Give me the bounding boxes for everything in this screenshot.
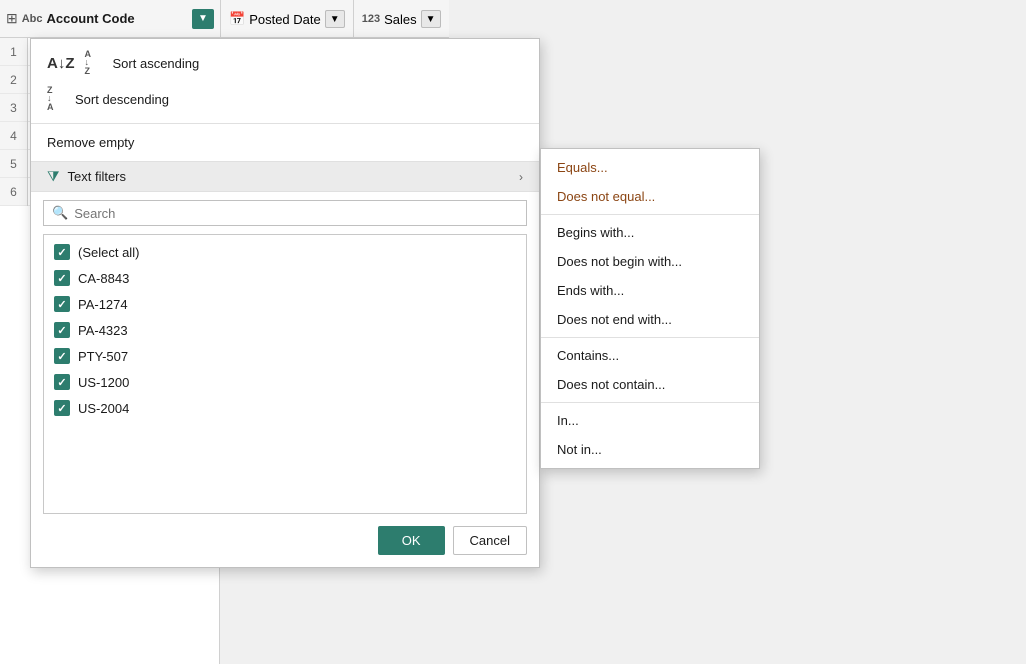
sales-filter-button[interactable]: ▼ [421, 10, 441, 28]
equals-label: Equals... [557, 160, 608, 175]
account-code-title: Account Code [47, 11, 188, 26]
does-not-equal-label: Does not equal... [557, 189, 655, 204]
sort-ascending-icon: A↓Z [47, 55, 75, 72]
check-mark-select-all: ✓ [57, 246, 66, 259]
checkbox-select-all[interactable]: ✓ (Select all) [44, 239, 526, 265]
check-mark-pa-4323: ✓ [57, 324, 66, 337]
ends-with-label: Ends with... [557, 283, 624, 298]
text-filters-submenu: Equals... Does not equal... Begins with.… [540, 148, 760, 469]
search-box: 🔍 [43, 200, 527, 226]
row-num-6: 6 [0, 178, 27, 206]
ok-button[interactable]: OK [378, 526, 445, 555]
checkbox-pa-1274[interactable]: ✓ PA-1274 [44, 291, 526, 317]
separator-2 [541, 337, 759, 338]
checkbox-select-all-label: (Select all) [78, 245, 139, 260]
submenu-contains[interactable]: Contains... [541, 341, 759, 370]
submenu-ends-with[interactable]: Ends with... [541, 276, 759, 305]
sort-ascending-label: Sort ascending [113, 56, 200, 71]
checkbox-us-1200[interactable]: ✓ US-1200 [44, 369, 526, 395]
sales-number-icon: 123 [362, 13, 380, 25]
extra-columns-header: 📅 Posted Date ▼ 123 Sales ▼ [220, 0, 449, 38]
remove-empty-label: Remove empty [47, 135, 134, 150]
text-filters-label: Text filters [68, 169, 520, 184]
row-number-column: 1 2 3 4 5 6 [0, 38, 28, 206]
account-code-header: ⊞ Abc Account Code ▼ [0, 0, 220, 38]
submenu-does-not-begin-with[interactable]: Does not begin with... [541, 247, 759, 276]
posted-date-header: 📅 Posted Date ▼ [220, 0, 353, 38]
checkbox-us-1200-label: US-1200 [78, 375, 129, 390]
check-mark-us-2004: ✓ [57, 402, 66, 415]
checkbox-select-all-box[interactable]: ✓ [54, 244, 70, 260]
checkbox-us-2004-label: US-2004 [78, 401, 129, 416]
remove-empty-section: Remove empty [31, 124, 539, 162]
checkbox-ca-8843-label: CA-8843 [78, 271, 129, 286]
sales-label: Sales [384, 12, 417, 27]
text-filters-item[interactable]: ⧩ Text filters › [31, 162, 539, 192]
checkbox-list: ✓ (Select all) ✓ CA-8843 ✓ PA-1274 ✓ PA-… [43, 234, 527, 514]
search-input[interactable] [74, 206, 518, 221]
cancel-button[interactable]: Cancel [453, 526, 527, 555]
sort-descending-item[interactable]: Z↓A Sort descending [31, 81, 539, 117]
check-mark-pty-507: ✓ [57, 350, 66, 363]
account-code-filter-button[interactable]: ▼ [192, 9, 214, 29]
grid-icon: ⊞ [6, 10, 18, 27]
checkbox-ca-8843-box[interactable]: ✓ [54, 270, 70, 286]
in-label: In... [557, 413, 579, 428]
submenu-does-not-end-with[interactable]: Does not end with... [541, 305, 759, 334]
funnel-icon: ⧩ [47, 168, 60, 185]
check-mark-us-1200: ✓ [57, 376, 66, 389]
remove-empty-item[interactable]: Remove empty [31, 130, 539, 155]
search-section: 🔍 [31, 192, 539, 234]
sort-ascending-item[interactable]: A↓Z A↓Z Sort ascending [31, 45, 539, 81]
not-in-label: Not in... [557, 442, 602, 457]
submenu-in[interactable]: In... [541, 406, 759, 435]
row-num-1: 1 [0, 38, 27, 66]
checkbox-pa-4323-box[interactable]: ✓ [54, 322, 70, 338]
check-mark-ca-8843: ✓ [57, 272, 66, 285]
check-mark-pa-1274: ✓ [57, 298, 66, 311]
submenu-does-not-equal[interactable]: Does not equal... [541, 182, 759, 211]
checkbox-pa-4323[interactable]: ✓ PA-4323 [44, 317, 526, 343]
checkbox-pa-1274-box[interactable]: ✓ [54, 296, 70, 312]
abc-icon: Abc [22, 13, 43, 25]
checkbox-us-1200-box[interactable]: ✓ [54, 374, 70, 390]
submenu-does-not-contain[interactable]: Does not contain... [541, 370, 759, 399]
checkbox-ca-8843[interactable]: ✓ CA-8843 [44, 265, 526, 291]
separator-3 [541, 402, 759, 403]
posted-date-filter-button[interactable]: ▼ [325, 10, 345, 28]
row-num-4: 4 [0, 122, 27, 150]
does-not-end-with-label: Does not end with... [557, 312, 672, 327]
sort-section: A↓Z A↓Z Sort ascending Z↓A Sort descendi… [31, 39, 539, 124]
row-num-5: 5 [0, 150, 27, 178]
filter-actions: OK Cancel [31, 514, 539, 567]
submenu-not-in[interactable]: Not in... [541, 435, 759, 464]
sort-descending-label: Sort descending [75, 92, 169, 107]
submenu-begins-with[interactable]: Begins with... [541, 218, 759, 247]
checkbox-pty-507-label: PTY-507 [78, 349, 128, 364]
sort-asc-az-icon: A↓Z [85, 50, 103, 76]
sort-desc-za-icon: Z↓A [47, 86, 65, 112]
checkbox-pa-1274-label: PA-1274 [78, 297, 128, 312]
checkbox-us-2004[interactable]: ✓ US-2004 [44, 395, 526, 421]
calendar-icon: 📅 [229, 11, 245, 27]
contains-label: Contains... [557, 348, 619, 363]
does-not-begin-with-label: Does not begin with... [557, 254, 682, 269]
filter-dropdown: A↓Z A↓Z Sort ascending Z↓A Sort descendi… [30, 38, 540, 568]
checkbox-pa-4323-label: PA-4323 [78, 323, 128, 338]
chevron-right-icon: › [519, 170, 523, 184]
posted-date-label: Posted Date [249, 12, 321, 27]
row-num-2: 2 [0, 66, 27, 94]
checkbox-us-2004-box[interactable]: ✓ [54, 400, 70, 416]
does-not-contain-label: Does not contain... [557, 377, 665, 392]
checkbox-pty-507[interactable]: ✓ PTY-507 [44, 343, 526, 369]
submenu-equals[interactable]: Equals... [541, 153, 759, 182]
sales-header: 123 Sales ▼ [353, 0, 449, 38]
checkbox-pty-507-box[interactable]: ✓ [54, 348, 70, 364]
separator-1 [541, 214, 759, 215]
search-icon: 🔍 [52, 205, 68, 221]
row-num-3: 3 [0, 94, 27, 122]
begins-with-label: Begins with... [557, 225, 634, 240]
